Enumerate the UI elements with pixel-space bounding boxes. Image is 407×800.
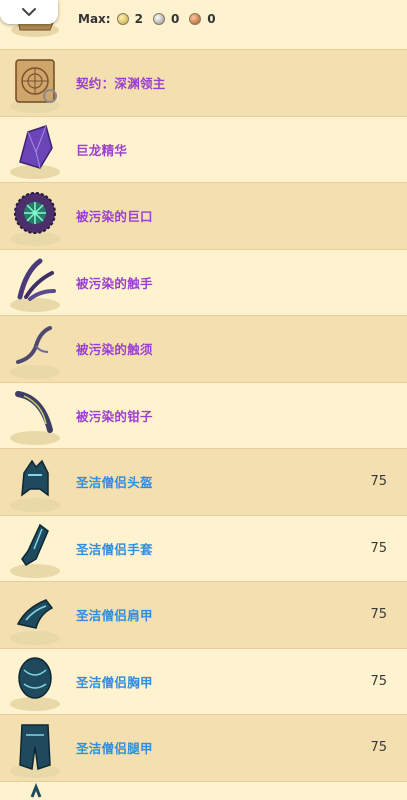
max-copper-value: 0 [207, 12, 216, 26]
map-scroll-icon [10, 59, 60, 113]
item-name: 被污染的触须 [76, 342, 153, 358]
max-price: Max: 2 0 0 [78, 12, 220, 26]
gloves-icon [10, 524, 60, 579]
item-thumbnail [0, 715, 70, 781]
item-name: 圣洁僧侣胸甲 [76, 674, 153, 690]
list-item[interactable]: 巨龙精华 [0, 116, 407, 183]
item-thumbnail [0, 316, 70, 382]
item-thumbnail [0, 382, 70, 448]
chevron-down-icon [22, 8, 36, 17]
item-level: 75 [370, 740, 387, 756]
item-level: 75 [370, 673, 387, 689]
item-name: 被污染的触手 [76, 275, 153, 291]
item-name: 圣洁僧侣肩甲 [76, 608, 153, 624]
item-name: 被污染的钳子 [76, 408, 153, 424]
feeler-icon [10, 325, 60, 379]
item-thumbnail [0, 449, 70, 515]
gold-coin-icon [116, 13, 129, 25]
max-silver-value: 0 [170, 12, 180, 26]
item-level: 75 [370, 474, 387, 490]
max-label: Max: [78, 12, 111, 26]
list-item[interactable]: 圣洁僧侣手套 75 [0, 515, 407, 582]
collapse-button[interactable] [0, 0, 58, 24]
crystal-icon [10, 125, 60, 180]
list-item-partial[interactable]: Max: 2 0 0 [0, 0, 407, 50]
item-name: 巨龙精华 [76, 142, 128, 158]
item-name: 圣洁僧侣腿甲 [76, 741, 153, 757]
list-item[interactable]: 契约：深渊领主 [0, 50, 407, 117]
silver-coin-icon [152, 13, 165, 25]
item-thumbnail [0, 648, 70, 714]
legs-icon [10, 724, 60, 778]
list-item[interactable]: 被污染的触须 [0, 316, 407, 383]
copper-coin-icon [189, 13, 202, 25]
helmet-icon [10, 459, 60, 512]
item-list: Max: 2 0 0 契约：深渊领主 巨龙精华 被污染的巨口 被污染的触手 被污… [0, 0, 407, 800]
item-thumbnail [0, 183, 70, 249]
item-name: 契约：深渊领主 [76, 76, 166, 92]
item-thumbnail [0, 116, 70, 182]
list-item[interactable]: 被污染的巨口 [0, 183, 407, 250]
item-thumbnail [0, 249, 70, 315]
item-name: 被污染的巨口 [76, 209, 153, 225]
list-item[interactable]: 圣洁僧侣胸甲 75 [0, 648, 407, 715]
list-item[interactable]: 被污染的触手 [0, 249, 407, 316]
item-thumbnail [0, 781, 70, 800]
chest-icon [10, 657, 60, 712]
item-name: 圣洁僧侣手套 [76, 541, 153, 557]
item-name: 圣洁僧侣头盔 [76, 475, 153, 491]
shoulders-icon [10, 598, 60, 645]
armor-icon [30, 783, 42, 798]
item-thumbnail [0, 515, 70, 581]
pincer-icon [10, 391, 60, 446]
list-item[interactable]: 圣洁僧侣肩甲 75 [0, 582, 407, 649]
item-level: 75 [370, 540, 387, 556]
item-level: 75 [370, 607, 387, 623]
list-item[interactable]: 圣洁僧侣腿甲 75 [0, 715, 407, 782]
list-item[interactable]: 被污染的钳子 [0, 382, 407, 449]
max-gold-value: 2 [134, 12, 143, 26]
tentacle-icon [10, 258, 60, 313]
list-item-partial[interactable] [0, 781, 407, 800]
list-item[interactable]: 圣洁僧侣头盔 75 [0, 449, 407, 516]
spiked-maw-icon [10, 191, 60, 246]
item-thumbnail [0, 50, 70, 116]
item-thumbnail [0, 582, 70, 648]
